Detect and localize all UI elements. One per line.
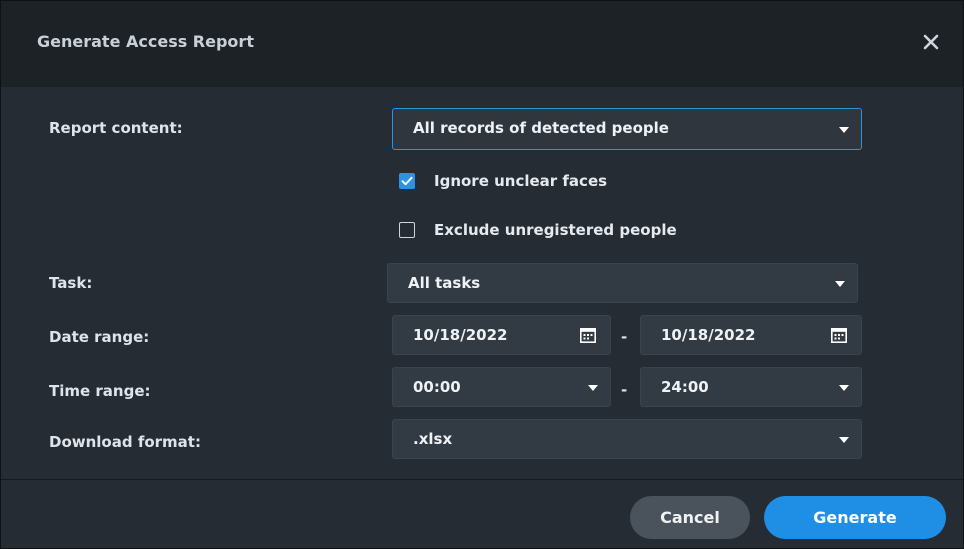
checkbox-unchecked-icon xyxy=(399,222,415,238)
time-end-select[interactable]: 24:00 xyxy=(640,367,862,407)
download-format-value: .xlsx xyxy=(413,430,453,448)
task-select[interactable]: All tasks xyxy=(387,263,858,303)
dialog-titlebar: Generate Access Report xyxy=(1,1,963,87)
report-content-label: Report content: xyxy=(49,119,183,137)
report-content-value: All records of detected people xyxy=(413,119,669,137)
time-start-select[interactable]: 00:00 xyxy=(392,367,611,407)
exclude-unregistered-label: Exclude unregistered people xyxy=(434,221,677,239)
ignore-unclear-faces-label: Ignore unclear faces xyxy=(434,172,608,190)
exclude-unregistered-checkbox[interactable]: Exclude unregistered people xyxy=(399,221,699,241)
date-end-value: 10/18/2022 xyxy=(661,326,756,344)
task-value: All tasks xyxy=(408,274,481,292)
generate-access-report-dialog: Generate Access Report Report content: A… xyxy=(0,0,964,549)
footer-divider xyxy=(1,479,963,480)
date-start-value: 10/18/2022 xyxy=(413,326,508,344)
calendar-icon[interactable] xyxy=(831,328,847,343)
download-format-select[interactable]: .xlsx xyxy=(392,419,862,459)
cancel-button[interactable]: Cancel xyxy=(630,496,750,539)
chevron-down-icon xyxy=(839,437,849,443)
date-range-label: Date range: xyxy=(49,328,150,346)
chevron-down-icon xyxy=(839,385,849,391)
chevron-down-icon xyxy=(839,127,849,133)
chevron-down-icon xyxy=(835,281,845,287)
date-end-input[interactable]: 10/18/2022 xyxy=(640,315,862,355)
chevron-down-icon xyxy=(588,385,598,391)
date-range-separator: - xyxy=(621,328,628,346)
checkbox-checked-icon xyxy=(399,173,415,189)
download-format-label: Download format: xyxy=(49,433,201,451)
dialog-title: Generate Access Report xyxy=(37,32,254,51)
task-label: Task: xyxy=(49,274,93,292)
time-start-value: 00:00 xyxy=(413,378,461,396)
ignore-unclear-faces-checkbox[interactable]: Ignore unclear faces xyxy=(399,172,639,192)
date-start-input[interactable]: 10/18/2022 xyxy=(392,315,611,355)
generate-button[interactable]: Generate xyxy=(764,496,946,539)
close-icon[interactable] xyxy=(919,30,943,54)
time-range-label: Time range: xyxy=(49,382,151,400)
report-content-select[interactable]: All records of detected people xyxy=(392,108,862,150)
time-end-value: 24:00 xyxy=(661,378,709,396)
calendar-icon[interactable] xyxy=(580,328,596,343)
time-range-separator: - xyxy=(621,381,628,399)
